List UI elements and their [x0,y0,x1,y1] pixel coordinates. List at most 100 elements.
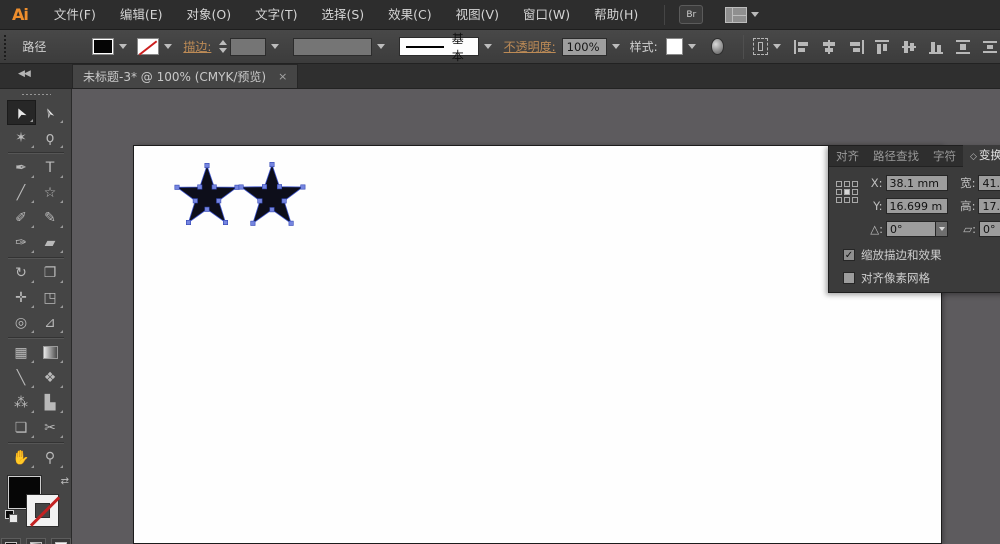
anchor-point[interactable] [198,185,202,189]
fill-color-control[interactable] [92,38,127,55]
zoom-tool[interactable]: ⚲ [36,445,65,470]
perspective-grid-tool[interactable]: ⊿ [36,310,65,335]
mesh-tool[interactable]: ▦ [7,340,36,365]
star-shape-2[interactable] [241,165,303,224]
menu-item-effect[interactable]: 效果(C) [376,0,443,30]
eraser-tool[interactable]: ▰ [36,230,65,255]
checkbox-checked-icon[interactable]: ✓ [843,249,855,261]
distribute-vertical-top-icon[interactable] [955,39,973,55]
align-right-icon[interactable] [847,39,865,55]
reference-point-2[interactable] [852,181,858,187]
align-bottom-icon[interactable] [928,39,946,55]
width-tool[interactable]: ✛ [7,285,36,310]
stroke-color-control[interactable] [137,38,172,55]
panel-tab-变换[interactable]: ◇变换 [963,145,1000,168]
anchor-point[interactable] [186,220,190,224]
menu-item-window[interactable]: 窗口(W) [511,0,582,30]
line-segment-tool[interactable]: ╱ [7,180,36,205]
menu-item-help[interactable]: 帮助(H) [582,0,650,30]
menu-item-select[interactable]: 选择(S) [309,0,376,30]
anchor-point[interactable] [289,221,293,225]
stroke-weight-field[interactable] [230,38,266,56]
panel-tab-对齐[interactable]: 对齐 [829,146,866,167]
paintbrush-tool[interactable]: ✐ [7,205,36,230]
reference-point-0[interactable] [836,181,842,187]
collapse-panel-icon[interactable]: ◀◀ [18,69,72,79]
swap-fill-stroke-icon[interactable]: ⇄ [61,476,69,487]
stroke-weight-stepper[interactable] [219,40,227,53]
stroke-panel-link[interactable]: 描边: [183,38,211,55]
align-vertical-center-icon[interactable] [901,39,919,55]
height-field[interactable]: 17.8 mm [978,198,1000,214]
column-graph-tool[interactable]: ▙ [36,390,65,415]
checkbox-unchecked-icon[interactable] [843,272,855,284]
reference-point-6[interactable] [836,197,842,203]
reference-point-locator[interactable] [836,181,859,204]
anchor-point[interactable] [277,185,281,189]
opacity-link[interactable]: 不透明度: [504,38,556,55]
reference-point-7[interactable] [844,197,850,203]
menu-item-view[interactable]: 视图(V) [444,0,511,30]
anchor-point[interactable] [175,185,179,189]
tools-panel-grip[interactable] [21,93,51,97]
panel-tab-字符[interactable]: 字符 [926,146,963,167]
shear-field[interactable]: 0° [979,221,1000,237]
anchor-point[interactable] [212,185,216,189]
pen-tool[interactable]: ✒ [7,155,36,180]
stroke-dropdown-icon[interactable] [164,44,172,49]
artboard-tool[interactable]: ❏ [7,415,36,440]
anchor-point[interactable] [239,185,243,189]
default-fill-stroke-icon[interactable] [5,510,18,523]
align-top-icon[interactable] [874,39,892,55]
transform-proxy-icon[interactable] [753,38,768,55]
anchor-point[interactable] [205,163,209,167]
symbol-sprayer-tool[interactable]: ⁂ [7,390,36,415]
reference-point-8[interactable] [852,197,858,203]
shape-builder-tool[interactable]: ◎ [7,310,36,335]
anchor-point[interactable] [270,162,274,166]
option-对齐像素网格[interactable]: 对齐像素网格 [843,270,1000,286]
opacity-field[interactable]: 100% [562,38,607,56]
anchor-point[interactable] [223,220,227,224]
align-left-icon[interactable] [793,39,811,55]
fill-dropdown-icon[interactable] [119,44,127,49]
reference-point-1[interactable] [844,181,850,187]
type-tool[interactable]: T [36,155,65,180]
scale-tool[interactable]: ❐ [36,260,65,285]
menu-item-edit[interactable]: 编辑(E) [108,0,175,30]
anchor-point[interactable] [270,208,274,212]
stroke-color-chip[interactable] [26,494,59,527]
selection-tool[interactable]: ➤ [7,100,36,125]
magic-wand-tool[interactable]: ✶ [7,125,36,150]
paint-color-button[interactable] [1,538,21,544]
control-bar-grip[interactable] [3,34,8,60]
anchor-point[interactable] [205,207,209,211]
hand-tool[interactable]: ✋ [7,445,36,470]
style-control[interactable] [666,38,696,55]
paint-none-button[interactable] [51,538,71,544]
close-tab-icon[interactable]: × [278,70,287,83]
panel-tab-路径查找[interactable]: 路径查找 [866,146,926,167]
anchor-point[interactable] [282,199,286,203]
anchor-point[interactable] [251,221,255,225]
fill-swatch[interactable] [92,38,114,55]
opacity-dropdown-icon[interactable] [612,44,620,49]
anchor-point[interactable] [258,199,262,203]
x-field[interactable]: 38.1 mm [886,175,949,191]
reference-point-4[interactable] [844,189,850,195]
rotate-dropdown-icon[interactable] [936,221,948,237]
option-缩放描边和效果[interactable]: ✓缩放描边和效果 [843,247,1000,263]
pencil-tool[interactable]: ✎ [36,205,65,230]
blob-brush-tool[interactable]: ✑ [7,230,36,255]
align-horizontal-center-icon[interactable] [820,39,838,55]
width-field[interactable]: 41.294 m [978,175,1000,191]
star-tool[interactable]: ☆ [36,180,65,205]
menu-item-object[interactable]: 对象(O) [174,0,243,30]
star-shape-1[interactable] [177,166,237,223]
anchor-point[interactable] [193,199,197,203]
distribute-vertical-center-icon[interactable] [982,39,1000,55]
eyedropper-tool[interactable]: ╲ [7,365,36,390]
paint-gradient-button[interactable] [26,538,46,544]
style-dropdown-icon[interactable] [688,44,696,49]
anchor-point[interactable] [235,185,239,189]
